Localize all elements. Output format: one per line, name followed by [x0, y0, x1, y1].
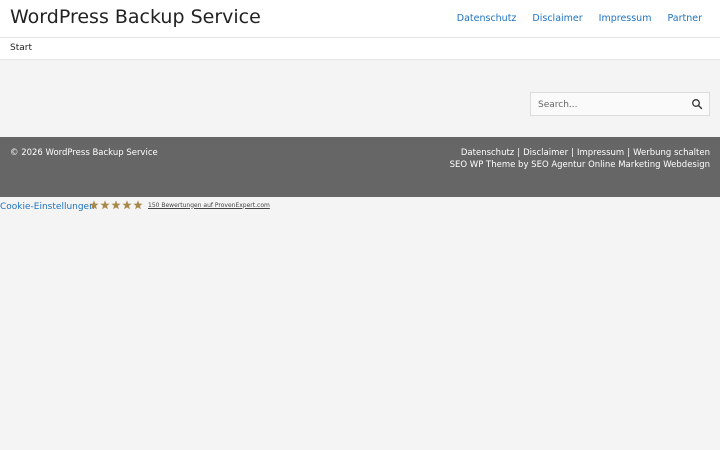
footer-link-datenschutz[interactable]: Datenschutz	[461, 148, 514, 158]
site-header: WordPress Backup Service Datenschutz Dis…	[0, 0, 720, 38]
footer-separator: |	[627, 148, 631, 158]
cookie-settings-link[interactable]: Cookie-Einstellungen	[0, 202, 95, 212]
rating-stars	[89, 200, 143, 210]
site-footer: © 2026 WordPress Backup Service Datensch…	[0, 137, 720, 197]
site-title[interactable]: WordPress Backup Service	[10, 6, 261, 28]
footer-separator: |	[571, 148, 574, 158]
star-icon	[89, 200, 99, 210]
footer-separator: |	[517, 148, 521, 158]
nav-link-partner[interactable]: Partner	[667, 13, 702, 24]
breadcrumb-bar: Start	[0, 38, 720, 60]
footer-link-werbung[interactable]: Werbung schalten	[633, 148, 710, 158]
rating-link[interactable]: 150 Bewertungen auf ProvenExpert.com	[148, 202, 270, 209]
copyright-text: © 2026 WordPress Backup Service	[10, 148, 158, 158]
star-icon	[111, 200, 121, 210]
footer-link-impressum[interactable]: Impressum	[577, 148, 624, 158]
provenexpert-rating: 150 Bewertungen auf ProvenExpert.com	[89, 200, 270, 210]
search-icon[interactable]	[691, 98, 703, 110]
search-input[interactable]	[538, 97, 683, 112]
footer-link-disclaimer[interactable]: Disclaimer	[523, 148, 568, 158]
main-navigation: Datenschutz Disclaimer Impressum Partner	[457, 13, 702, 24]
star-icon	[122, 200, 132, 210]
breadcrumb-start[interactable]: Start	[10, 43, 32, 53]
star-icon	[133, 200, 143, 210]
nav-link-disclaimer[interactable]: Disclaimer	[532, 13, 582, 24]
search-form	[530, 92, 710, 116]
nav-link-datenschutz[interactable]: Datenschutz	[457, 13, 517, 24]
nav-link-impressum[interactable]: Impressum	[599, 13, 652, 24]
theme-credit[interactable]: SEO WP Theme by SEO Agentur Online Marke…	[450, 160, 710, 170]
star-icon	[100, 200, 110, 210]
footer-links: Datenschutz | Disclaimer | Impressum | Werbung…	[461, 148, 710, 158]
